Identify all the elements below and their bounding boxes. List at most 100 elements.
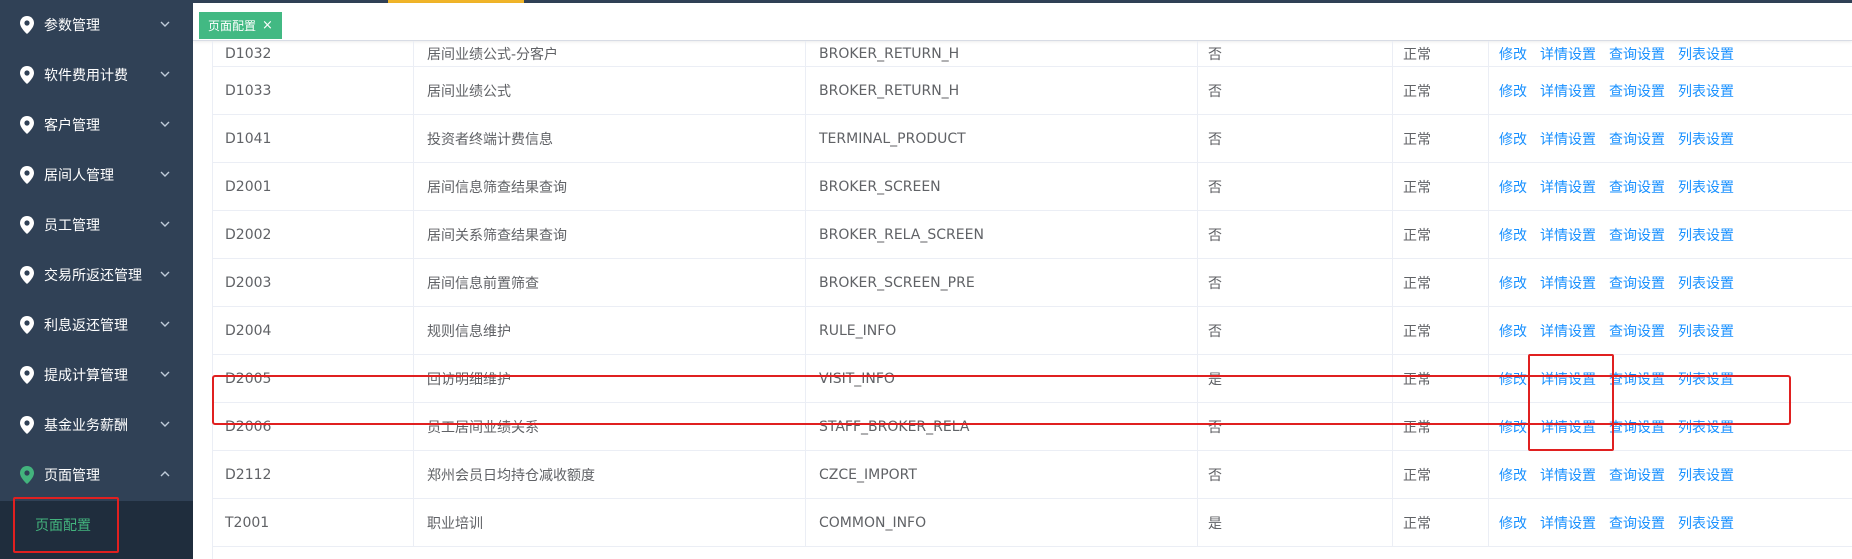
cell-flag: 否	[1197, 307, 1392, 354]
cell-table: COMMON_INFO	[805, 499, 1197, 546]
tab-label: 页面配置	[208, 19, 257, 33]
cell-table: BROKER_SCREEN_PRE	[805, 259, 1197, 306]
cell-name: 员工居间业绩关系	[413, 403, 805, 450]
sidebar-item-label: 交易所返还管理	[44, 268, 142, 284]
cell-flag: 否	[1197, 403, 1392, 450]
edit-link[interactable]: 修改	[1499, 177, 1527, 197]
sidebar-item-label: 基金业务薪酬	[44, 418, 128, 434]
query-link[interactable]: 查询设置	[1609, 129, 1665, 149]
tab-page-config[interactable]: 页面配置 ×	[199, 12, 282, 39]
cell-status-text: 正常	[1403, 83, 1431, 100]
detail-link[interactable]: 详情设置	[1540, 44, 1596, 64]
edit-link[interactable]: 修改	[1499, 321, 1527, 341]
detail-link[interactable]: 详情设置	[1540, 273, 1596, 293]
detail-link[interactable]: 详情设置	[1540, 465, 1596, 485]
chevron-down-icon[interactable]	[159, 318, 171, 330]
cell-status-text: 正常	[1403, 371, 1431, 388]
edit-link[interactable]: 修改	[1499, 513, 1527, 533]
cell-name-text: 回访明细维护	[427, 371, 511, 388]
detail-link[interactable]: 详情设置	[1540, 81, 1596, 101]
list-link[interactable]: 列表设置	[1678, 177, 1734, 197]
cell-status: 正常	[1392, 115, 1488, 162]
sidebar-item-7[interactable]: 利息返还管理	[0, 300, 193, 350]
close-icon[interactable]: ×	[262, 19, 273, 32]
query-link[interactable]: 查询设置	[1609, 44, 1665, 64]
query-link[interactable]: 查询设置	[1609, 273, 1665, 293]
table-row: D2004 规则信息维护 RULE_INFO 否 正常 修改 详情设置 查询设置 列表设置	[213, 307, 1852, 355]
detail-link[interactable]: 详情设置	[1540, 225, 1596, 245]
detail-link[interactable]: 详情设置	[1540, 513, 1596, 533]
cell-code-text: D2005	[225, 370, 272, 387]
sidebar-item-label: 利息返还管理	[44, 318, 128, 334]
list-link[interactable]: 列表设置	[1678, 129, 1734, 149]
query-link[interactable]: 查询设置	[1609, 513, 1665, 533]
sidebar-item-8[interactable]: 提成计算管理	[0, 350, 193, 400]
edit-link[interactable]: 修改	[1499, 273, 1527, 293]
list-link[interactable]: 列表设置	[1678, 321, 1734, 341]
cell-flag: 否	[1197, 451, 1392, 498]
query-link[interactable]: 查询设置	[1609, 369, 1665, 389]
edit-link[interactable]: 修改	[1499, 44, 1527, 64]
chevron-down-icon[interactable]	[159, 18, 171, 30]
query-link[interactable]: 查询设置	[1609, 177, 1665, 197]
sidebar: 参数管理 软件费用计费 客户管理 居间人管理 员工管理交易所返还管理 利息返还管理提成计算…	[0, 0, 193, 559]
list-link[interactable]: 列表设置	[1678, 81, 1734, 101]
cell-table-text: BROKER_RELA_SCREEN	[819, 226, 984, 243]
query-link[interactable]: 查询设置	[1609, 321, 1665, 341]
cell-table: BROKER_SCREEN	[805, 163, 1197, 210]
sidebar-subitem-label: 页面配置	[35, 518, 91, 534]
sidebar-item-3[interactable]: 客户管理	[0, 100, 193, 150]
list-link[interactable]: 列表设置	[1678, 417, 1734, 437]
list-link[interactable]: 列表设置	[1678, 44, 1734, 64]
list-link[interactable]: 列表设置	[1678, 273, 1734, 293]
cell-actions: 修改 详情设置 查询设置 列表设置	[1488, 307, 1852, 354]
cell-status: 正常	[1392, 67, 1488, 114]
sidebar-item-9[interactable]: 基金业务薪酬	[0, 400, 193, 450]
cell-name-text: 居间业绩公式-分客户	[427, 46, 559, 63]
edit-link[interactable]: 修改	[1499, 417, 1527, 437]
chevron-up-icon[interactable]	[159, 468, 171, 480]
cell-status-text: 正常	[1403, 515, 1431, 532]
cell-table-text: BROKER_RETURN_H	[819, 45, 960, 62]
list-link[interactable]: 列表设置	[1678, 513, 1734, 533]
detail-link[interactable]: 详情设置	[1540, 129, 1596, 149]
sidebar-item-5[interactable]: 员工管理	[0, 200, 193, 250]
cell-code: T2001	[213, 499, 413, 546]
edit-link[interactable]: 修改	[1499, 465, 1527, 485]
list-link[interactable]: 列表设置	[1678, 465, 1734, 485]
table-row: T2001 职业培训 COMMON_INFO 是 正常 修改 详情设置 查询设置 列表设置	[213, 499, 1852, 547]
sidebar-item-2[interactable]: 软件费用计费	[0, 50, 193, 100]
query-link[interactable]: 查询设置	[1609, 225, 1665, 245]
chevron-down-icon[interactable]	[159, 368, 171, 380]
cell-code-text: D2006	[225, 418, 272, 435]
cell-table-text: BROKER_SCREEN	[819, 178, 941, 195]
cell-status: 正常	[1392, 451, 1488, 498]
edit-link[interactable]: 修改	[1499, 225, 1527, 245]
edit-link[interactable]: 修改	[1499, 369, 1527, 389]
chevron-down-icon[interactable]	[159, 118, 171, 130]
chevron-down-icon[interactable]	[159, 268, 171, 280]
sidebar-item-10[interactable]: 页面管理	[0, 450, 193, 500]
cell-flag-text: 否	[1208, 46, 1222, 63]
detail-link[interactable]: 详情设置	[1540, 177, 1596, 197]
cell-table: TERMINAL_PRODUCT	[805, 115, 1197, 162]
query-link[interactable]: 查询设置	[1609, 417, 1665, 437]
list-link[interactable]: 列表设置	[1678, 369, 1734, 389]
chevron-down-icon[interactable]	[159, 418, 171, 430]
edit-link[interactable]: 修改	[1499, 129, 1527, 149]
cell-code: D2003	[213, 259, 413, 306]
sidebar-subitem-page-config[interactable]: 页面配置	[13, 497, 119, 553]
query-link[interactable]: 查询设置	[1609, 465, 1665, 485]
detail-link[interactable]: 详情设置	[1540, 321, 1596, 341]
sidebar-item-6[interactable]: 交易所返还管理	[0, 250, 193, 300]
chevron-down-icon[interactable]	[159, 68, 171, 80]
sidebar-item-1[interactable]: 参数管理	[0, 0, 193, 50]
detail-link[interactable]: 详情设置	[1540, 369, 1596, 389]
sidebar-item-4[interactable]: 居间人管理	[0, 150, 193, 200]
query-link[interactable]: 查询设置	[1609, 81, 1665, 101]
list-link[interactable]: 列表设置	[1678, 225, 1734, 245]
chevron-down-icon[interactable]	[159, 168, 171, 180]
chevron-down-icon[interactable]	[159, 218, 171, 230]
edit-link[interactable]: 修改	[1499, 81, 1527, 101]
detail-link[interactable]: 详情设置	[1540, 417, 1596, 437]
